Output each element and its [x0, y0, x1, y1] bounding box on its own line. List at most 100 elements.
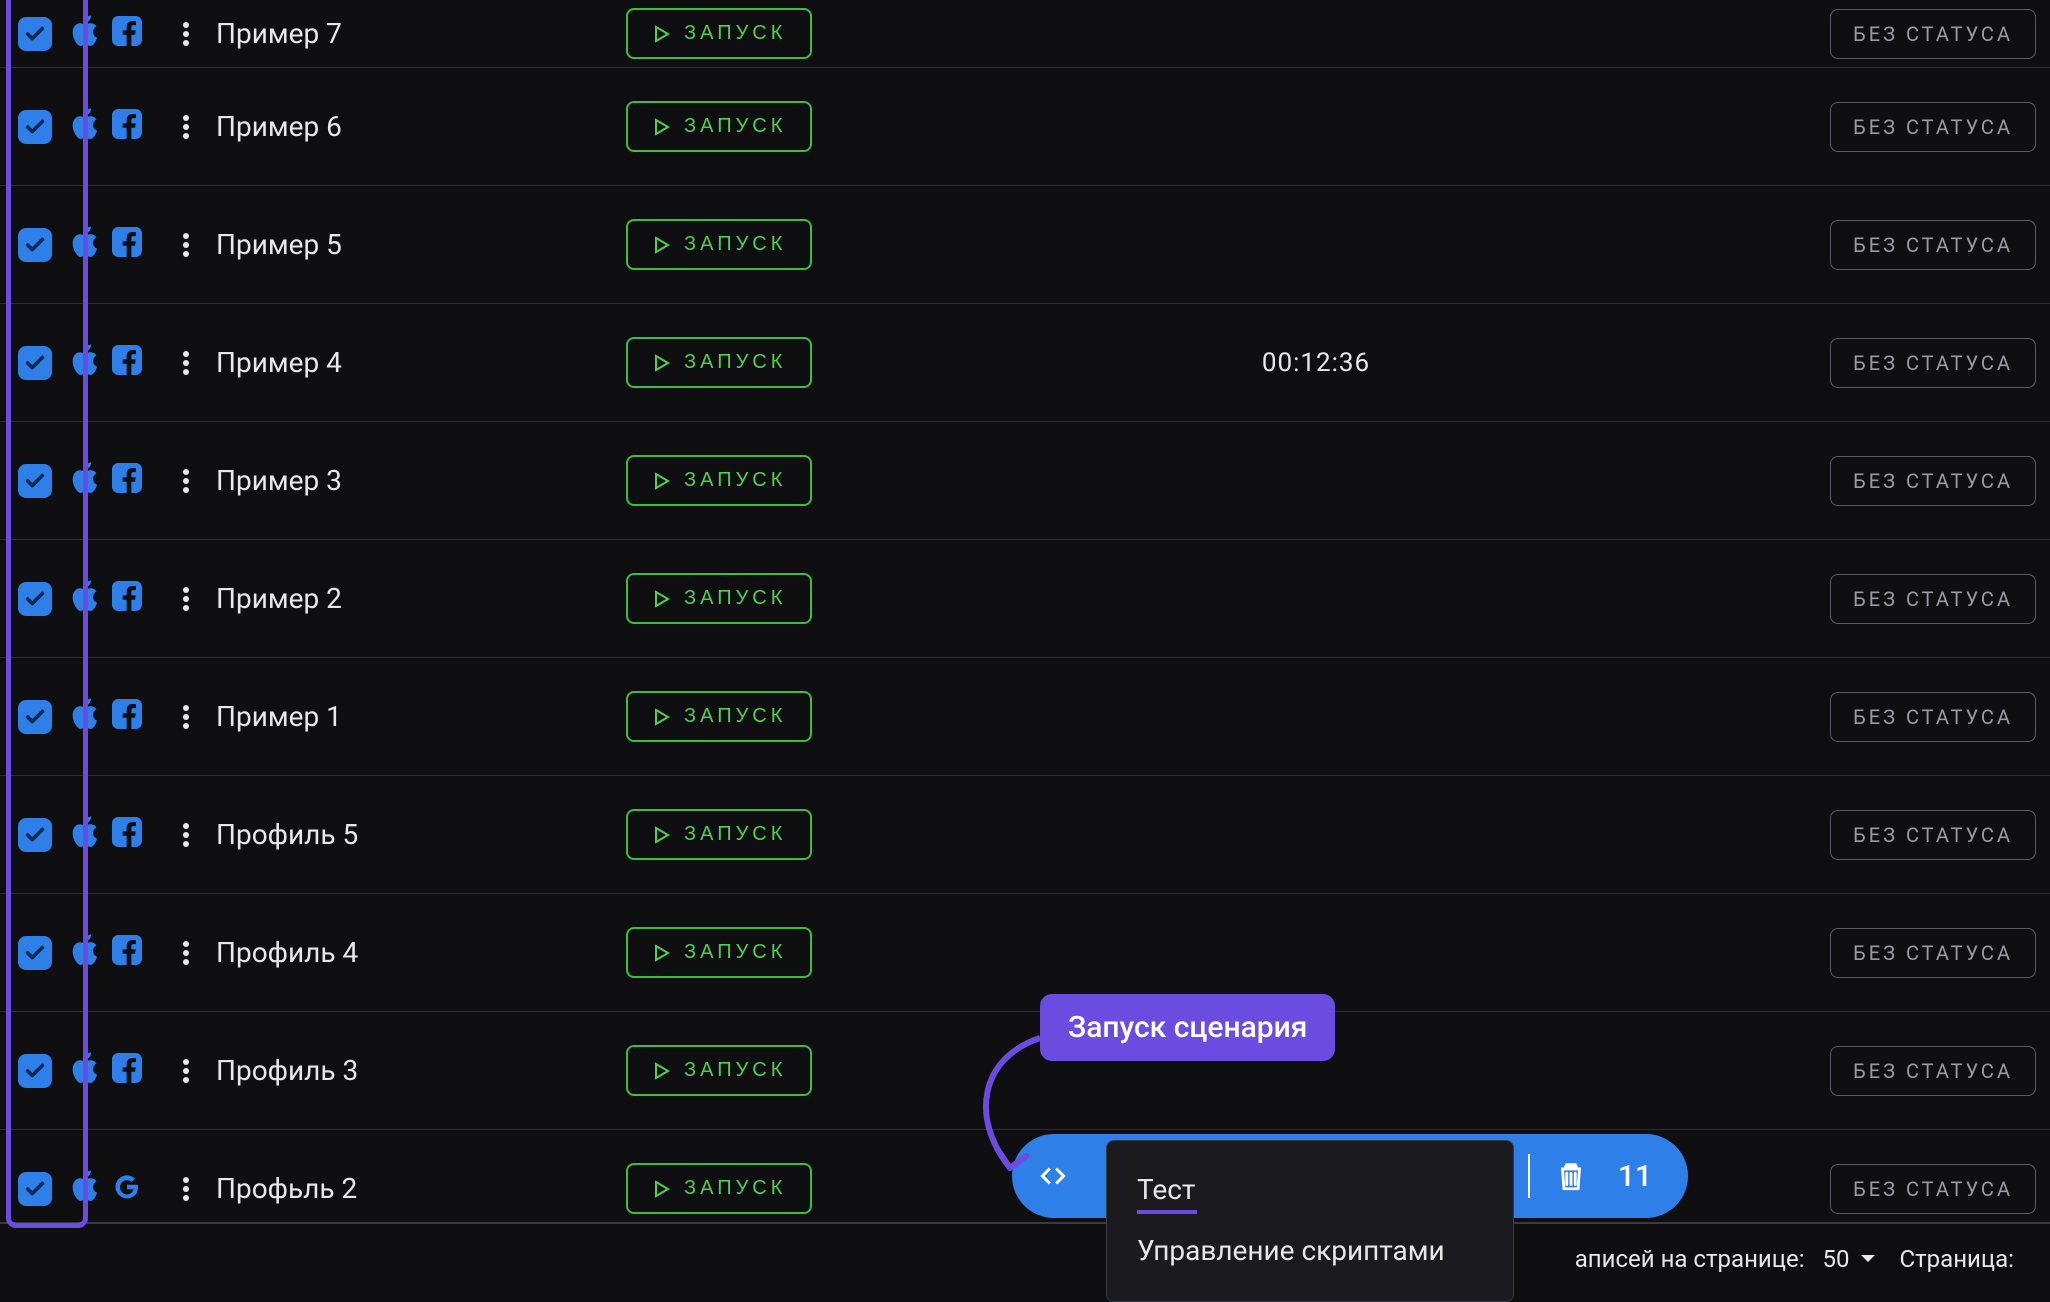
launch-button[interactable]: ЗАПУСК	[626, 691, 812, 742]
launch-button[interactable]: ЗАПУСК	[626, 809, 812, 860]
apple-icon	[70, 14, 100, 53]
facebook-icon	[112, 817, 142, 852]
table-row: Профиль 4ЗАПУСК БЕЗ СТАТУСА	[0, 894, 2050, 1012]
row-checkbox[interactable]	[18, 1054, 52, 1088]
time-value: 00:12:36	[856, 348, 1776, 378]
more-menu-button[interactable]	[166, 941, 206, 965]
more-menu-button[interactable]	[166, 1059, 206, 1083]
facebook-icon	[112, 699, 142, 734]
more-menu-button[interactable]	[166, 587, 206, 611]
tooltip-launch-scenario: Запуск сценария	[1040, 994, 1335, 1061]
platform-icons	[70, 225, 166, 264]
platform-icons	[70, 343, 166, 382]
per-page-control: аписей на странице: 50	[1575, 1245, 1876, 1273]
trash-icon[interactable]	[1554, 1159, 1588, 1193]
launch-cell: ЗАПУСК	[626, 8, 856, 59]
status-badge[interactable]: БЕЗ СТАТУСА	[1830, 1164, 2036, 1214]
checkbox-cell	[0, 304, 70, 421]
apple-icon	[70, 107, 100, 146]
launch-label: ЗАПУСК	[684, 1177, 786, 1200]
status-badge[interactable]: БЕЗ СТАТУСА	[1830, 456, 2036, 506]
status-badge[interactable]: БЕЗ СТАТУСА	[1830, 102, 2036, 152]
launch-button[interactable]: ЗАПУСК	[626, 1163, 812, 1214]
launch-button[interactable]: ЗАПУСК	[626, 1045, 812, 1096]
status-cell: БЕЗ СТАТУСА	[1776, 338, 2036, 388]
platform-icons	[70, 461, 166, 500]
status-cell: БЕЗ СТАТУСА	[1776, 9, 2036, 59]
facebook-icon	[112, 935, 142, 970]
launch-cell: ЗАПУСК	[626, 219, 856, 270]
row-checkbox[interactable]	[18, 464, 52, 498]
status-badge[interactable]: БЕЗ СТАТУСА	[1830, 1046, 2036, 1096]
row-checkbox[interactable]	[18, 1172, 52, 1206]
popup-item-manage-scripts[interactable]: Управление скриптами	[1107, 1220, 1513, 1281]
status-cell: БЕЗ СТАТУСА	[1776, 102, 2036, 152]
launch-label: ЗАПУСК	[684, 22, 786, 45]
more-menu-button[interactable]	[166, 115, 206, 139]
table-row: Профиль 5ЗАПУСКБЕЗ СТАТУСА	[0, 776, 2050, 894]
platform-icons	[70, 14, 166, 53]
row-checkbox[interactable]	[18, 700, 52, 734]
per-page-dropdown[interactable]: 50	[1823, 1245, 1876, 1273]
launch-label: ЗАПУСК	[684, 233, 786, 256]
row-checkbox[interactable]	[18, 582, 52, 616]
launch-button[interactable]: ЗАПУСК	[626, 337, 812, 388]
row-checkbox[interactable]	[18, 17, 52, 51]
more-menu-button[interactable]	[166, 705, 206, 729]
status-badge[interactable]: БЕЗ СТАТУСА	[1830, 574, 2036, 624]
status-badge[interactable]: БЕЗ СТАТУСА	[1830, 692, 2036, 742]
status-cell: БЕЗ СТАТУСА	[1776, 220, 2036, 270]
checkbox-cell	[0, 0, 70, 67]
row-checkbox[interactable]	[18, 936, 52, 970]
more-menu-button[interactable]	[166, 22, 206, 46]
google-icon	[112, 1171, 142, 1206]
row-checkbox[interactable]	[18, 228, 52, 262]
code-icon[interactable]	[1036, 1159, 1070, 1193]
status-badge[interactable]: БЕЗ СТАТУСА	[1830, 810, 2036, 860]
table-row: Пример 5ЗАПУСКБЕЗ СТАТУСА	[0, 186, 2050, 304]
row-checkbox[interactable]	[18, 346, 52, 380]
launch-label: ЗАПУСК	[684, 705, 786, 728]
facebook-icon	[112, 581, 142, 616]
launch-button[interactable]: ЗАПУСК	[626, 573, 812, 624]
platform-icons	[70, 1169, 166, 1208]
launch-button[interactable]: ЗАПУСК	[626, 219, 812, 270]
more-menu-button[interactable]	[166, 351, 206, 375]
checkbox-cell	[0, 776, 70, 893]
profile-name: Пример 2	[206, 582, 626, 615]
status-badge[interactable]: БЕЗ СТАТУСА	[1830, 338, 2036, 388]
row-checkbox[interactable]	[18, 110, 52, 144]
status-badge[interactable]: БЕЗ СТАТУСА	[1830, 220, 2036, 270]
row-checkbox[interactable]	[18, 818, 52, 852]
profile-name: Профиль 4	[206, 936, 626, 969]
launch-cell: ЗАПУСК	[626, 573, 856, 624]
launch-cell: ЗАПУСК	[626, 927, 856, 978]
status-badge[interactable]: БЕЗ СТАТУСА	[1830, 9, 2036, 59]
more-menu-button[interactable]	[166, 233, 206, 257]
popup-item-test[interactable]: Тест	[1107, 1159, 1513, 1220]
launch-label: ЗАПУСК	[684, 1059, 786, 1082]
more-menu-button[interactable]	[166, 1177, 206, 1201]
checkbox-cell	[0, 422, 70, 539]
apple-icon	[70, 461, 100, 500]
chevron-down-icon	[1860, 1254, 1876, 1264]
checkbox-cell	[0, 1012, 70, 1129]
status-cell: БЕЗ СТАТУСА	[1776, 1046, 2036, 1096]
per-page-label: аписей на странице:	[1575, 1245, 1805, 1273]
more-menu-button[interactable]	[166, 823, 206, 847]
status-badge[interactable]: БЕЗ СТАТУСА	[1830, 928, 2036, 978]
per-page-value: 50	[1823, 1245, 1850, 1273]
facebook-icon	[112, 463, 142, 498]
launch-label: ЗАПУСК	[684, 469, 786, 492]
apple-icon	[70, 1051, 100, 1090]
apple-icon	[70, 579, 100, 618]
launch-button[interactable]: ЗАПУСК	[626, 927, 812, 978]
table-footer: аписей на странице: 50 Страница:	[0, 1222, 2050, 1294]
launch-button[interactable]: ЗАПУСК	[626, 101, 812, 152]
more-menu-button[interactable]	[166, 469, 206, 493]
table-row: Профиль 3ЗАПУСКБЕЗ СТАТУСА	[0, 1012, 2050, 1130]
launch-label: ЗАПУСК	[684, 587, 786, 610]
launch-button[interactable]: ЗАПУСК	[626, 455, 812, 506]
launch-button[interactable]: ЗАПУСК	[626, 8, 812, 59]
launch-cell: ЗАПУСК	[626, 691, 856, 742]
